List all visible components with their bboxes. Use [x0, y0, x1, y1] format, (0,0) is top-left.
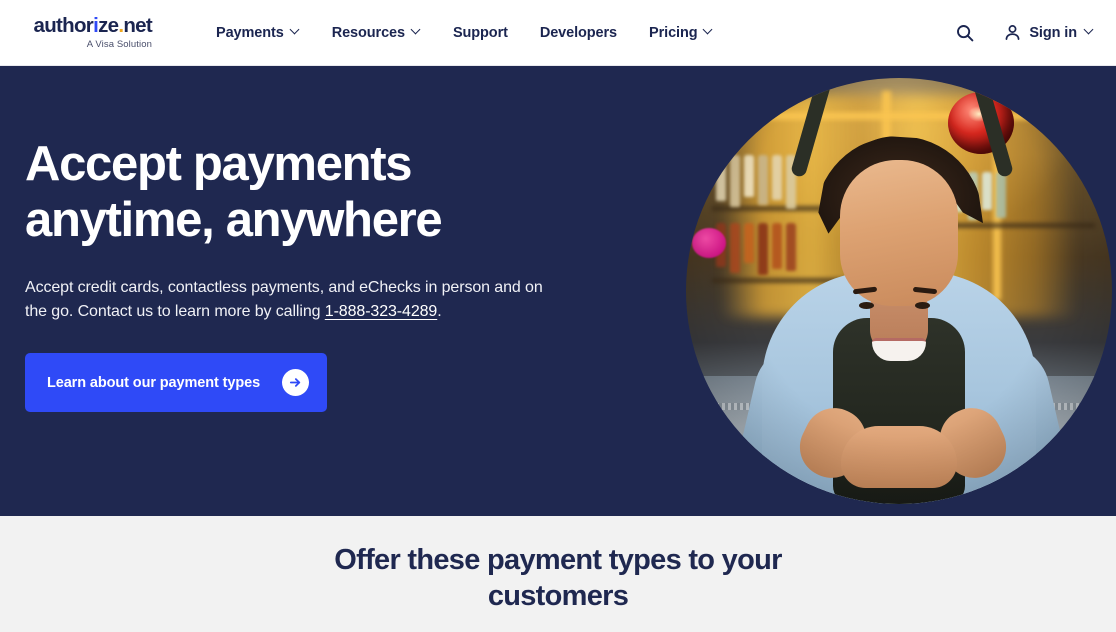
nav-item-label: Resources — [331, 24, 405, 41]
smile — [872, 338, 926, 361]
logo-wordmark: authorize.net — [33, 14, 153, 37]
header-actions: Sign in — [952, 20, 1094, 46]
phone-link[interactable]: 1-888-323-4289 — [325, 303, 438, 320]
sign-in-button[interactable]: Sign in — [1004, 24, 1094, 41]
nav-item-label: Payments — [216, 24, 284, 41]
arrow-right-circle-icon — [282, 369, 310, 397]
nav-item-label: Pricing — [649, 24, 698, 41]
nav-item-support[interactable]: Support — [437, 17, 524, 49]
page-root: authorize.net A Visa Solution Payments R… — [0, 0, 1116, 632]
cta-label: Learn about our payment types — [47, 374, 261, 391]
search-button[interactable] — [952, 20, 978, 46]
eyebrow-left — [852, 286, 878, 295]
hero-text-block: Accept payments anytime, anywhere Accept… — [25, 136, 625, 413]
hero-description-text: Accept credit cards, contactless payment… — [25, 278, 543, 321]
arrow-right-glyph — [289, 378, 301, 388]
chevron-down-icon — [291, 26, 300, 35]
eyebrow-right — [912, 286, 938, 295]
logo-text-part1: author — [33, 14, 94, 37]
section-heading: Offer these payment types to your custom… — [334, 544, 782, 612]
hero-photo — [686, 78, 1112, 504]
hero-section: Accept payments anytime, anywhere Accept… — [0, 66, 1116, 516]
nav-item-developers[interactable]: Developers — [524, 17, 633, 49]
logo-tagline: A Visa Solution — [86, 38, 152, 50]
chevron-down-icon — [704, 26, 713, 35]
clasped-hands — [841, 426, 957, 488]
logo-text-part2: ze — [98, 14, 119, 37]
nav-item-resources[interactable]: Resources — [316, 17, 437, 49]
chevron-down-icon — [1085, 26, 1094, 35]
search-icon — [957, 24, 974, 41]
site-header: authorize.net A Visa Solution Payments R… — [0, 0, 1116, 66]
payment-types-section: Offer these payment types to your custom… — [0, 516, 1116, 632]
main-navigation: Payments Resources Support Developers Pr… — [200, 17, 952, 49]
nav-item-payments[interactable]: Payments — [200, 17, 316, 49]
person-figure — [686, 78, 1112, 504]
site-logo[interactable]: authorize.net A Visa Solution — [22, 14, 153, 50]
hero-title: Accept payments anytime, anywhere — [25, 137, 443, 248]
apron-strap-left — [789, 78, 834, 179]
chevron-down-icon — [412, 26, 421, 35]
head — [840, 160, 958, 361]
hero-description: Accept credit cards, contactless payment… — [25, 276, 565, 326]
eye-left — [859, 302, 874, 309]
hero-description-period: . — [437, 303, 442, 321]
nav-item-label: Support — [452, 24, 508, 41]
user-icon — [1005, 25, 1020, 40]
logo-text-net: net — [123, 14, 152, 37]
nav-item-label: Developers — [539, 24, 618, 41]
nav-item-pricing[interactable]: Pricing — [633, 17, 729, 49]
eye-right — [915, 302, 930, 309]
sign-in-label: Sign in — [1029, 24, 1077, 41]
apron-strap-right — [970, 78, 1015, 179]
learn-about-payment-types-button[interactable]: Learn about our payment types — [25, 353, 328, 413]
